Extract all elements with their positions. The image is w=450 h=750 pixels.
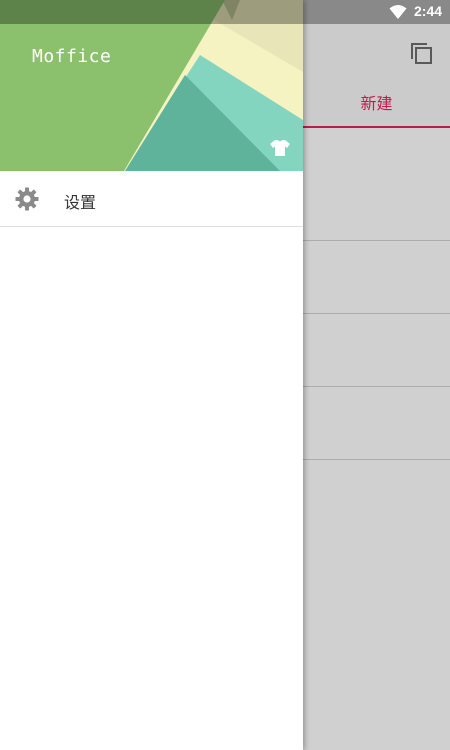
menu-item-settings-label: 设置 [64, 193, 97, 212]
navigation-drawer: Moffice 设置 [0, 0, 303, 750]
wifi-icon [389, 5, 407, 19]
screen: 新建 Moffice 设置 2:44 [0, 0, 450, 750]
menu-item-settings[interactable]: 设置 [0, 171, 303, 227]
header-background-art [0, 0, 303, 171]
shirt-icon [270, 140, 290, 156]
app-name: Moffice [32, 46, 112, 67]
drawer-header: Moffice [0, 0, 303, 171]
gear-icon [15, 187, 39, 211]
status-time: 2:44 [414, 3, 443, 19]
theme-button[interactable] [269, 138, 291, 158]
status-bar: 2:44 [0, 0, 450, 24]
